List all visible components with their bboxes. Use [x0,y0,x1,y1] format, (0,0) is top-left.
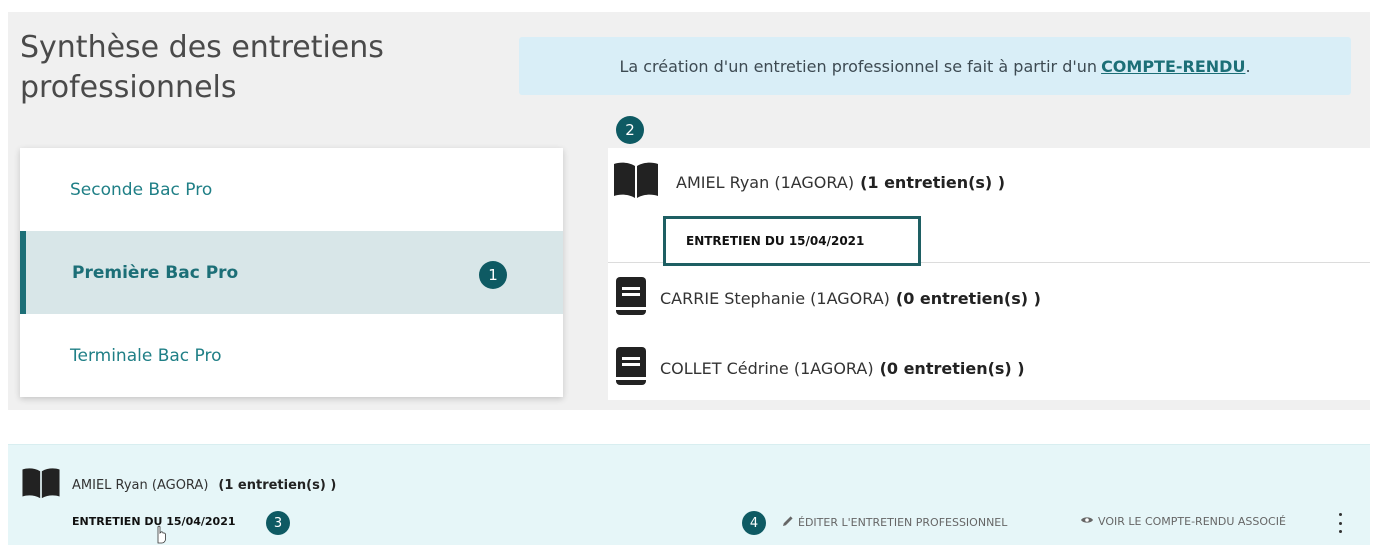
info-banner-text: La création d'un entretien professionnel… [619,56,1098,76]
student-detail-panel: AMIEL Ryan (AGORA) (1 entretien(s) ) ENT… [8,444,1370,545]
detail-student-count: (1 entretien(s) ) [218,477,337,493]
student-name: AMIEL Ryan (1AGORA) [676,172,855,192]
step-badge-1: 1 [479,261,507,289]
open-book-icon [612,161,660,203]
info-banner-suffix: . [1245,56,1251,76]
closed-book-icon [614,276,648,320]
student-row-amiel[interactable]: AMIEL Ryan (1AGORA) (1 entretien(s) ) [608,161,1370,203]
student-name: COLLET Cédrine (1AGORA) [660,358,874,378]
view-compte-rendu-button[interactable]: VOIR LE COMPTE-RENDU ASSOCIÉ [1080,515,1286,528]
level-label: Première Bac Pro [72,262,239,283]
pencil-icon [782,515,794,530]
closed-book-icon [614,346,648,390]
hand-cursor-icon [153,524,167,545]
compte-rendu-link[interactable]: COMPTE-RENDU [1101,57,1245,76]
page-title-line2: professionnels [20,70,237,105]
student-name: CARRIE Stephanie (1AGORA) [660,288,890,308]
edit-entretien-button[interactable]: ÉDITER L'ENTRETIEN PROFESSIONNEL [782,515,1007,530]
student-list: AMIEL Ryan (1AGORA) (1 entretien(s) ) CA… [608,148,1370,400]
level-item-seconde[interactable]: Seconde Bac Pro [20,148,563,231]
level-item-terminale[interactable]: Terminale Bac Pro [20,314,563,397]
open-book-icon [20,467,62,503]
detail-student-name: AMIEL Ryan (AGORA) [72,477,209,493]
step-badge-2: 2 [616,116,644,144]
page-title: Synthèse des entretiens professionnels [20,28,384,108]
info-banner: La création d'un entretien professionnel… [519,37,1351,95]
student-row-collet[interactable]: COLLET Cédrine (1AGORA) (0 entretien(s) … [608,346,1370,390]
level-label: Seconde Bac Pro [70,179,213,200]
detail-student-header: AMIEL Ryan (AGORA) (1 entretien(s) ) [20,467,336,503]
student-count: (0 entretien(s) ) [879,358,1025,378]
page-title-line1: Synthèse des entretiens [20,30,384,65]
view-compte-rendu-label: VOIR LE COMPTE-RENDU ASSOCIÉ [1098,515,1286,528]
student-count: (0 entretien(s) ) [895,288,1041,308]
step-badge-4: 4 [742,511,766,535]
level-label: Terminale Bac Pro [70,345,222,366]
student-row-carrie[interactable]: CARRIE Stephanie (1AGORA) (0 entretien(s… [608,276,1370,320]
eye-icon [1080,515,1094,528]
edit-entretien-label: ÉDITER L'ENTRETIEN PROFESSIONNEL [798,516,1008,529]
student-count: (1 entretien(s) ) [860,172,1006,192]
step-badge-3: 3 [266,511,290,535]
more-options-icon[interactable] [1336,513,1344,533]
entretien-item-highlighted[interactable]: ENTRETIEN DU 15/04/2021 [663,216,921,266]
